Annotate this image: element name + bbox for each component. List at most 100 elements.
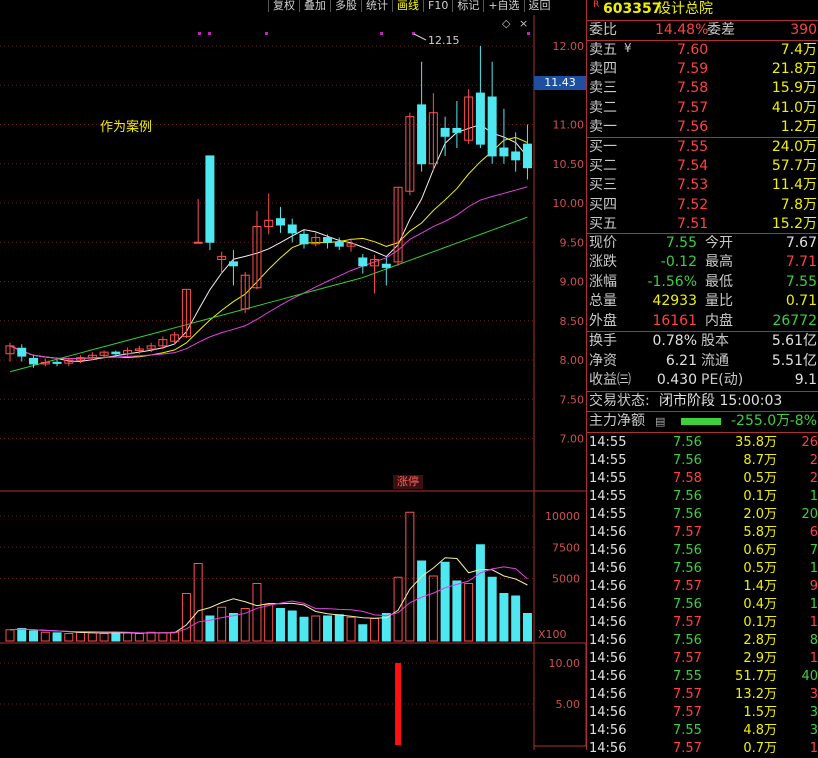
candle-body[interactable]	[287, 224, 297, 234]
candle-body[interactable]	[52, 361, 62, 364]
volume-bar[interactable]	[5, 629, 15, 642]
tick-row[interactable]: 14:56 7.55 51.7万 40	[587, 668, 818, 686]
volume-bar[interactable]	[405, 511, 415, 642]
volume-bar[interactable]	[170, 631, 180, 642]
candle-body[interactable]	[17, 347, 27, 357]
toolbar-button[interactable]: 叠加	[299, 0, 330, 12]
bid-row[interactable]: 买三 7.53 11.4万	[587, 176, 818, 195]
volume-bar[interactable]	[64, 633, 74, 642]
volume-bar[interactable]	[358, 624, 368, 642]
candle-body[interactable]	[299, 233, 309, 245]
volume-bar[interactable]	[158, 632, 168, 642]
volume-bar[interactable]	[464, 583, 474, 642]
volume-bar[interactable]	[228, 613, 238, 642]
volume-bar[interactable]	[111, 631, 121, 642]
candle-body[interactable]	[487, 96, 497, 157]
volume-bar[interactable]	[452, 580, 462, 642]
tick-row[interactable]: 14:55 7.56 8.7万 2	[587, 452, 818, 470]
volume-bar[interactable]	[181, 593, 191, 642]
volume-bar[interactable]	[264, 604, 274, 642]
tick-row[interactable]: 14:56 7.57 0.1万 1	[587, 614, 818, 632]
tick-row[interactable]: 14:55 7.56 0.1万 1	[587, 488, 818, 506]
volume-bar[interactable]	[440, 561, 450, 642]
volume-bar[interactable]	[522, 613, 532, 642]
tick-row[interactable]: 14:56 7.57 1.4万 9	[587, 578, 818, 596]
volume-bar[interactable]	[146, 631, 156, 642]
ask-row[interactable]: 卖三 7.58 15.9万	[587, 79, 818, 98]
volume-bar[interactable]	[393, 576, 403, 642]
tick-row[interactable]: 14:56 7.55 4.8万 3	[587, 722, 818, 740]
candle-body[interactable]	[205, 155, 215, 243]
toolbar-button[interactable]: 返回	[523, 0, 555, 12]
volume-bar[interactable]	[511, 595, 521, 642]
volume-bar[interactable]	[487, 576, 497, 642]
volume-bar[interactable]	[417, 560, 427, 642]
close-icon[interactable]: ×	[519, 17, 528, 30]
candle-body[interactable]	[511, 151, 521, 161]
tick-row[interactable]: 14:56 7.57 1.5万 3	[587, 704, 818, 722]
tick-row[interactable]: 14:56 7.56 0.6万 7	[587, 542, 818, 560]
volume-bar[interactable]	[217, 606, 227, 642]
volume-bar[interactable]	[252, 583, 262, 642]
candle-body[interactable]	[417, 104, 427, 165]
volume-bar[interactable]	[311, 615, 321, 642]
tick-row[interactable]: 14:56 7.56 0.5万 1	[587, 560, 818, 578]
candle-body[interactable]	[193, 241, 203, 244]
ask-row[interactable]: 卖一 7.56 1.2万	[587, 118, 818, 137]
volume-bar[interactable]	[475, 544, 485, 642]
tick-row[interactable]: 14:56 7.56 0.4万 1	[587, 596, 818, 614]
volume-bar[interactable]	[323, 615, 333, 642]
tick-row[interactable]: 14:56 7.56 2.8万 8	[587, 632, 818, 650]
candle-body[interactable]	[452, 127, 462, 133]
tick-row[interactable]: 14:56 7.57 5.8万 6	[587, 524, 818, 542]
candle-body[interactable]	[228, 261, 238, 267]
menu-icon[interactable]: ▤	[655, 412, 665, 431]
volume-bar[interactable]	[134, 633, 144, 642]
volume-bar[interactable]	[299, 616, 309, 642]
volume-bar[interactable]	[287, 610, 297, 642]
volume-bar[interactable]	[87, 632, 97, 642]
toolbar-button[interactable]: 统计	[361, 0, 392, 12]
candle-body[interactable]	[499, 147, 509, 157]
tick-row[interactable]: 14:55 7.58 0.5万 2	[587, 470, 818, 488]
volume-bar[interactable]	[193, 563, 203, 642]
volume-bar[interactable]	[52, 632, 62, 642]
volume-bar[interactable]	[29, 630, 39, 642]
tick-row[interactable]: 14:55 7.56 35.8万 26	[587, 434, 818, 452]
candle-body[interactable]	[111, 351, 121, 355]
bid-row[interactable]: 买一 7.55 24.0万	[587, 138, 818, 157]
volume-bar[interactable]	[40, 631, 50, 642]
volume-bar[interactable]	[428, 575, 438, 642]
candle-body[interactable]	[334, 241, 344, 247]
kline-chart[interactable]: 12.0011.5011.0010.5010.009.509.008.508.0…	[0, 0, 586, 750]
volume-bar[interactable]	[123, 632, 133, 642]
tick-row[interactable]: 14:55 7.56 2.0万 20	[587, 506, 818, 524]
volume-bar[interactable]	[499, 593, 509, 642]
toolbar-button[interactable]: 复权	[268, 0, 299, 12]
volume-bar[interactable]	[275, 608, 285, 642]
candlesticks[interactable]	[5, 46, 532, 368]
ask-row[interactable]: 卖五 7.60 7.4万	[587, 41, 818, 60]
toolbar-button[interactable]: 标记	[452, 0, 484, 12]
candle-body[interactable]	[323, 237, 333, 243]
candle-body[interactable]	[440, 127, 450, 137]
volume-bar[interactable]	[370, 618, 380, 642]
candle-body[interactable]	[475, 92, 485, 145]
volume-bar[interactable]	[334, 614, 344, 642]
toolbar-button[interactable]: 画线	[392, 0, 423, 12]
ask-row[interactable]: 卖二 7.57 41.0万	[587, 99, 818, 118]
bid-row[interactable]: 买四 7.52 7.8万	[587, 196, 818, 215]
bid-row[interactable]: 买二 7.54 57.7万	[587, 157, 818, 176]
tick-row[interactable]: 14:56 7.57 0.7万 1	[587, 740, 818, 758]
toolbar-button[interactable]: 多股	[330, 0, 361, 12]
bid-row[interactable]: 买五 7.51 15.2万	[587, 215, 818, 234]
toolbar-button[interactable]: F10	[423, 0, 453, 12]
tick-row[interactable]: 14:56 7.57 2.9万 1	[587, 650, 818, 668]
toolbar-button[interactable]: +自选	[483, 0, 524, 12]
ask-row[interactable]: 卖四 7.59 21.8万	[587, 60, 818, 79]
candle-body[interactable]	[522, 143, 532, 169]
volume-bar[interactable]	[76, 631, 86, 642]
candle-body[interactable]	[381, 263, 391, 268]
candle-body[interactable]	[29, 357, 39, 365]
candle-body[interactable]	[275, 218, 285, 226]
